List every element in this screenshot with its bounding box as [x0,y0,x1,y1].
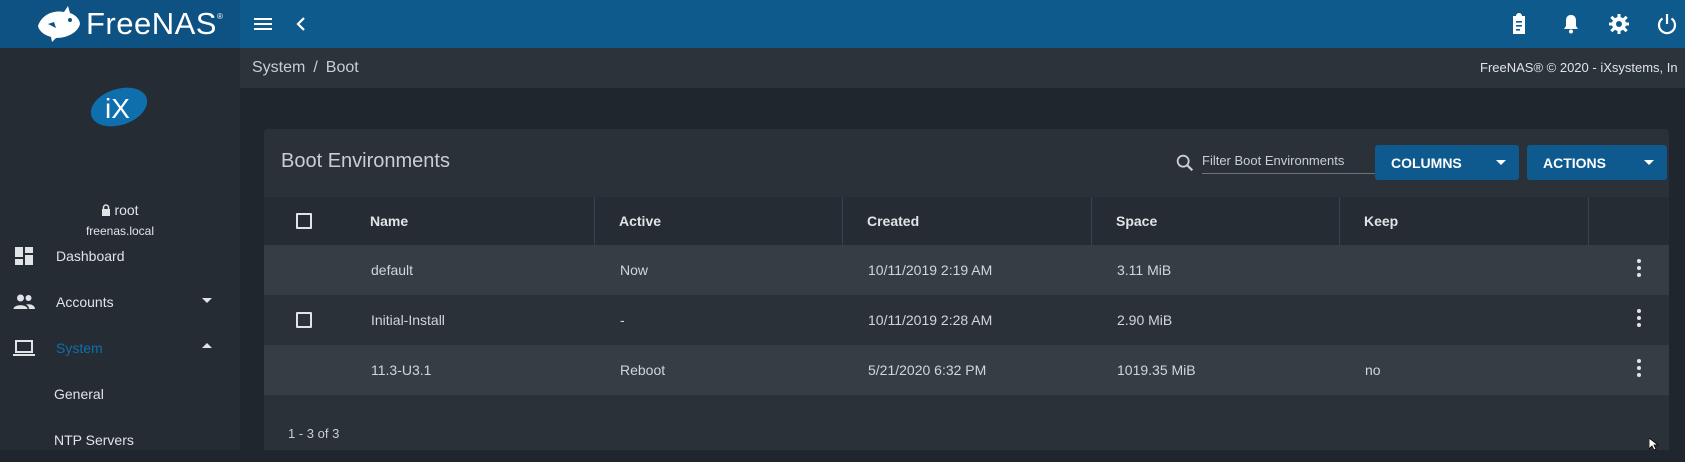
svg-text:iX: iX [105,93,130,124]
cell-space: 2.90 MiB [1117,312,1173,328]
breadcrumb-bar: System / Boot FreeNAS® © 2020 - iXsystems,… [240,48,1685,88]
column-divider [1339,197,1340,245]
column-header-name[interactable]: Name [370,197,408,245]
row-menu-icon[interactable] [1636,359,1642,381]
sidebar-item-label: System [56,340,103,356]
sidebar-item-label: Accounts [56,294,114,310]
columns-button-label: COLUMNS [1391,155,1462,171]
filter-input[interactable] [1202,149,1382,174]
mouse-cursor-icon [1649,438,1660,450]
cell-active: Reboot [620,362,666,378]
table-header: Name Active Created Space Keep [264,197,1669,245]
table-row[interactable]: 11.3-U3.1 Reboot 5/21/2020 6:32 PM 1019.… [264,345,1669,395]
sidebar-item-label: Dashboard [56,248,125,264]
copyright-text: FreeNAS® © 2020 - iXsystems, In [1480,60,1678,75]
select-all-checkbox[interactable] [296,213,312,229]
actions-button[interactable]: ACTIONS [1527,145,1667,180]
sidebar-item-accounts[interactable]: Accounts [0,280,240,324]
cell-created: 10/11/2019 2:19 AM [868,262,993,278]
cell-space: 1019.35 MiB [1117,362,1196,378]
cell-name: default [371,262,414,278]
cell-active: - [620,312,625,328]
ixsystems-logo-icon: iX [90,87,148,127]
column-header-keep[interactable]: Keep [1364,197,1398,245]
breadcrumb: System / Boot [252,59,359,77]
chevron-down-icon [1496,160,1506,165]
row-checkbox[interactable] [296,312,312,328]
row-menu-icon[interactable] [1636,259,1642,281]
breadcrumb-parent[interactable]: System [252,59,305,76]
table-row[interactable]: default Now 10/11/2019 2:19 AM 3.11 MiB [264,245,1669,295]
sidebar: iX root freenas.local Dashboard Accounts… [0,48,240,450]
accounts-icon [13,294,35,309]
boot-environments-card: Boot Environments COLUMNS ACTIONS Name A… [264,129,1669,450]
cell-active: Now [620,262,649,278]
table-row[interactable]: Initial-Install - 10/11/2019 2:28 AM 2.9… [264,295,1669,345]
dashboard-icon [15,247,33,265]
row-menu-icon[interactable] [1636,309,1642,331]
sidebar-subitem-ntp-servers[interactable]: NTP Servers [0,418,240,462]
filter-box [1174,141,1384,177]
sidebar-item-system[interactable]: System [0,326,240,370]
clipboard-icon[interactable] [1507,12,1531,36]
gear-icon[interactable] [1607,12,1631,36]
actions-button-label: ACTIONS [1543,155,1606,171]
app-name: FreeNAS® [86,6,224,41]
cell-keep: no [1365,362,1381,378]
card-title: Boot Environments [281,150,450,172]
back-chevron-icon[interactable] [289,12,313,36]
laptop-icon [13,340,35,356]
sidebar-subitem-general[interactable]: General [0,372,240,416]
freenas-logo-icon [38,6,80,42]
column-header-created[interactable]: Created [867,197,919,245]
user-name: root [0,202,240,218]
columns-button[interactable]: COLUMNS [1375,145,1519,180]
menu-icon[interactable] [251,12,275,36]
brand: FreeNAS® [0,0,240,48]
cell-created: 5/21/2020 6:32 PM [868,362,987,378]
pagination-summary: 1 - 3 of 3 [288,426,340,441]
search-icon [1176,154,1194,172]
chevron-down-icon [202,298,212,303]
cell-created: 10/11/2019 2:28 AM [868,312,993,328]
top-toolbar: FreeNAS® [0,0,1685,48]
chevron-up-icon [202,343,212,348]
column-divider [842,197,843,245]
lock-icon [102,204,111,216]
breadcrumb-separator: / [313,59,318,76]
sidebar-subitem-label: General [54,386,104,402]
cell-name: Initial-Install [371,312,445,328]
column-divider [1091,197,1092,245]
bell-icon[interactable] [1559,12,1583,36]
column-divider [594,197,595,245]
sidebar-item-dashboard[interactable]: Dashboard [0,234,240,278]
cell-name: 11.3-U3.1 [371,362,432,378]
power-icon[interactable] [1655,12,1679,36]
breadcrumb-current: Boot [325,59,359,76]
chevron-down-icon [1644,160,1654,165]
column-header-active[interactable]: Active [619,197,661,245]
sidebar-subitem-label: NTP Servers [54,432,134,448]
cell-space: 3.11 MiB [1117,262,1172,278]
column-divider [1588,197,1589,245]
column-header-space[interactable]: Space [1116,197,1157,245]
